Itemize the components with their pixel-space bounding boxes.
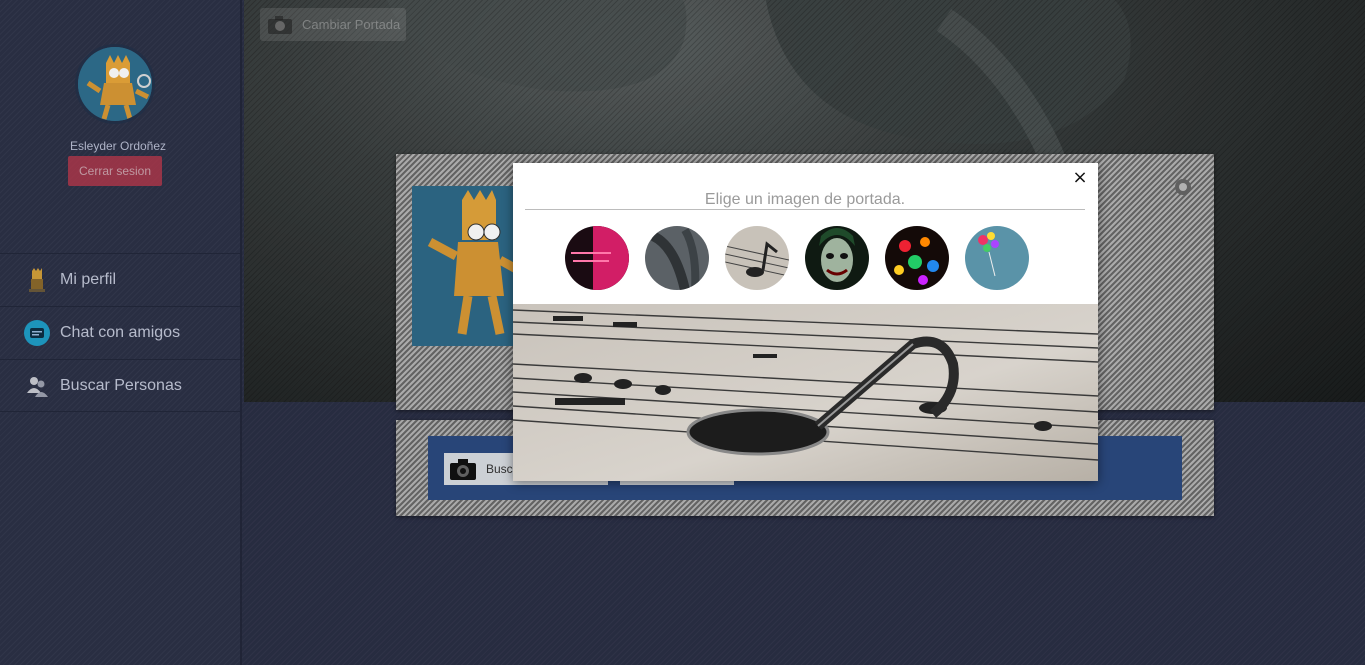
dark-headphones-thumbnail[interactable] [645, 226, 709, 290]
cover-picker-modal: × Elige un imagen de portada. [513, 163, 1098, 481]
music-note-preview [513, 304, 1098, 481]
change-cover-label: Cambiar Portada [302, 17, 401, 32]
music-note-thumbnail[interactable] [725, 226, 789, 290]
balloons-thumbnail[interactable] [965, 226, 1029, 290]
change-cover-button[interactable]: Cambiar Portada [260, 8, 406, 41]
pink-quote-thumbnail[interactable] [565, 226, 629, 290]
modal-title: Elige un imagen de portada. [525, 191, 1085, 210]
cover-preview-image [513, 304, 1098, 481]
colorful-lights-thumbnail[interactable] [885, 226, 949, 290]
thumbnail-list [565, 226, 1029, 290]
joker-thumbnail[interactable] [805, 226, 869, 290]
camera-icon [266, 15, 296, 35]
close-button[interactable]: × [1070, 167, 1090, 189]
